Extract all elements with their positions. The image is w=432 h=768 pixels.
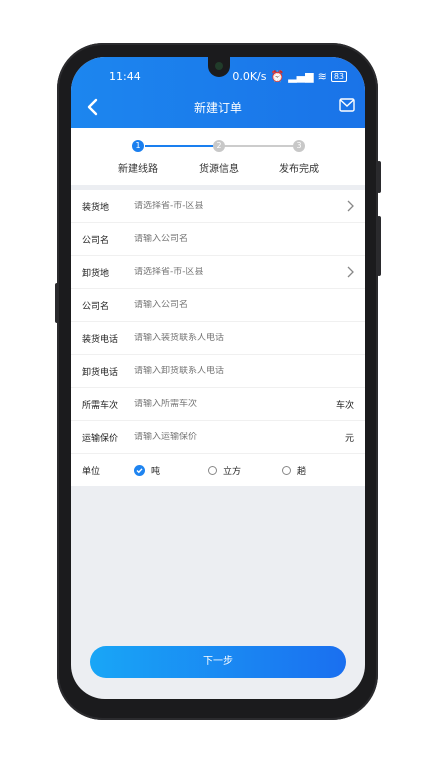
side-button: [377, 216, 381, 276]
form-row-trips[interactable]: 所需车次 车次: [71, 388, 365, 421]
next-step-button[interactable]: 下一步: [90, 646, 346, 678]
radio-unchecked-icon: [282, 465, 291, 475]
network-speed: 0.0K/s: [232, 70, 267, 83]
form-row-company-2[interactable]: 公司名: [71, 289, 365, 322]
camera-icon: [215, 62, 223, 70]
wifi-icon: ≋: [317, 70, 327, 83]
battery-icon: 83: [330, 71, 347, 82]
unloading-company-input[interactable]: [134, 300, 324, 310]
status-right: 0.0K/s ⏰ ▂▄▆ ≋ 83: [232, 70, 347, 83]
step-3-dot: 3: [293, 140, 305, 152]
unit-option-ton[interactable]: 吨: [134, 464, 160, 477]
insurance-unit: 元: [344, 433, 354, 444]
loading-place-select[interactable]: [134, 201, 324, 211]
field-label: 运输保价: [82, 433, 119, 444]
status-time: 11:44: [109, 70, 141, 83]
step-line-pending: [223, 145, 293, 147]
field-label: 卸货电话: [82, 367, 119, 378]
order-form: 装货地 公司名 卸货地 公司名 装货电话 卸货电话 所需车次 车次: [71, 190, 365, 486]
unit-option-cubic[interactable]: 立方: [208, 464, 241, 477]
trips-input[interactable]: [134, 399, 324, 409]
chevron-right-icon: [347, 266, 354, 278]
unloading-place-select[interactable]: [134, 267, 324, 277]
step-1-label: 新建线路: [118, 164, 158, 175]
step-line-done: [145, 145, 218, 147]
field-label: 单位: [82, 466, 101, 477]
step-2-label: 货源信息: [199, 164, 239, 175]
battery-level: 83: [333, 72, 344, 81]
form-row-unloading-place[interactable]: 卸货地: [71, 256, 365, 289]
unloading-phone-input[interactable]: [134, 366, 324, 376]
step-1-dot: 1: [132, 140, 144, 152]
step-3-label: 发布完成: [279, 164, 319, 175]
insurance-input[interactable]: [134, 432, 324, 442]
loading-company-input[interactable]: [134, 234, 324, 244]
field-label: 卸货地: [82, 268, 110, 279]
nav-bar: 新建订单: [71, 93, 365, 119]
top-bar: 11:44 0.0K/s ⏰ ▂▄▆ ≋ 83 新建订单: [71, 57, 365, 128]
alarm-icon: ⏰: [270, 70, 285, 83]
side-button: [377, 161, 381, 193]
chevron-right-icon: [347, 200, 354, 212]
checkmark-icon: [134, 464, 145, 476]
side-button: [55, 283, 59, 323]
unit-option-label: 立方: [223, 466, 242, 477]
field-label: 装货地: [82, 202, 110, 213]
signal-icon: ▂▄▆: [288, 70, 314, 83]
unit-option-label: 趟: [297, 466, 307, 477]
field-label: 公司名: [82, 235, 110, 246]
app-screen: 11:44 0.0K/s ⏰ ▂▄▆ ≋ 83 新建订单 1 2 3 新建线路 …: [71, 57, 365, 699]
form-row-unit: 单位 吨 立方 趟: [71, 454, 365, 486]
form-row-loading-phone[interactable]: 装货电话: [71, 322, 365, 355]
field-label: 公司名: [82, 301, 110, 312]
form-row-insurance[interactable]: 运输保价 元: [71, 421, 365, 454]
unit-option-label: 吨: [151, 466, 161, 477]
loading-phone-input[interactable]: [134, 333, 324, 343]
step-2-dot: 2: [213, 140, 225, 152]
page-title: 新建订单: [193, 101, 242, 115]
mail-icon[interactable]: [339, 98, 355, 112]
form-row-unloading-phone[interactable]: 卸货电话: [71, 355, 365, 388]
form-row-company-1[interactable]: 公司名: [71, 223, 365, 256]
field-label: 所需车次: [82, 400, 119, 411]
form-row-loading-place[interactable]: 装货地: [71, 190, 365, 223]
radio-unchecked-icon: [208, 465, 217, 475]
field-label: 装货电话: [82, 334, 119, 345]
unit-option-trip[interactable]: 趟: [282, 464, 306, 477]
step-progress: 1 2 3 新建线路 货源信息 发布完成: [71, 128, 365, 185]
trips-unit: 车次: [335, 400, 354, 411]
